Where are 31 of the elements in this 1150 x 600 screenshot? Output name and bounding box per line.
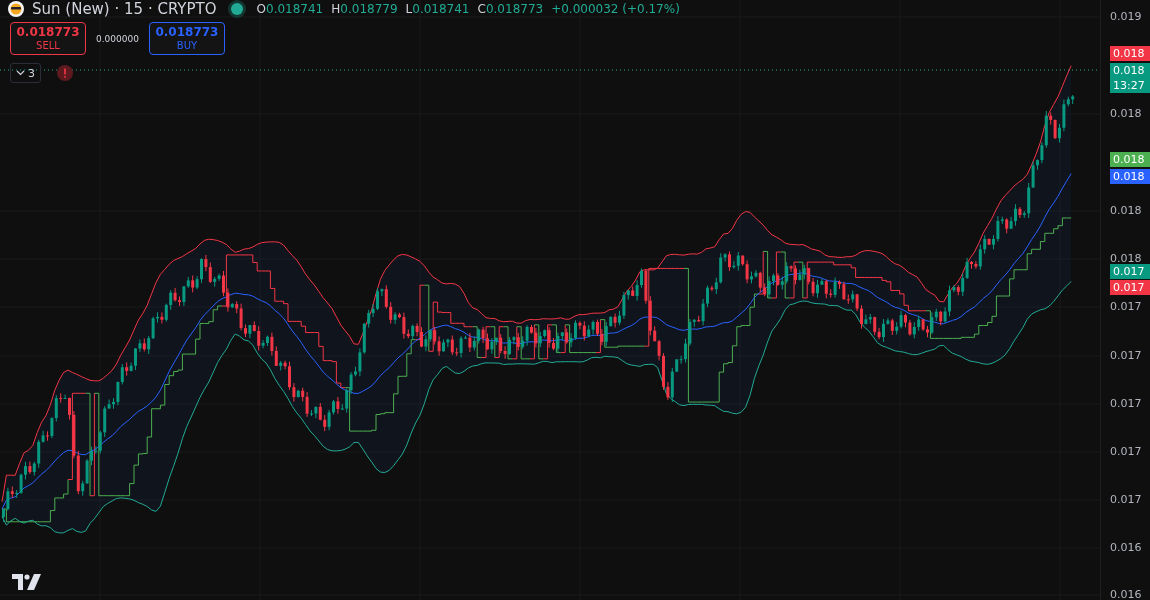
ohlc-value: O0.018741 — [256, 2, 324, 16]
alert-icon[interactable] — [57, 65, 73, 81]
price-tick: 0.016 — [1110, 541, 1142, 555]
ohlc-value: L0.018741 — [405, 2, 470, 16]
price-tick: 0.017 — [1110, 397, 1142, 411]
price-badge: 0.018 13:27 — [1110, 63, 1150, 93]
price-badge: 0.017 — [1110, 280, 1150, 295]
chart-logo-icon — [12, 574, 42, 590]
ohlc-value: H0.018779 — [331, 2, 398, 16]
price-tick: 0.018 — [1110, 204, 1142, 218]
price-tick: 0.017 — [1110, 493, 1142, 507]
price-tick: 0.018 — [1110, 252, 1142, 266]
price-badge: 0.018 — [1110, 152, 1150, 167]
price-badge: 0.017 — [1110, 264, 1150, 279]
spread-value: 0.000000 — [96, 33, 139, 44]
coin-logo-icon — [8, 1, 24, 17]
indicators-toggle[interactable]: 3 — [10, 63, 41, 83]
price-tick: 0.019 — [1110, 10, 1142, 24]
price-change: +0.000032 (+0.17%) — [551, 2, 680, 16]
price-tick: 0.017 — [1110, 349, 1142, 363]
price-tick: 0.017 — [1110, 445, 1142, 459]
chevron-down-icon — [16, 70, 25, 76]
buy-button[interactable]: 0.018773 BUY — [148, 22, 225, 55]
sell-button[interactable]: 0.018773 SELL — [10, 22, 86, 55]
price-badge: 0.018 — [1110, 46, 1150, 61]
ohlc-value: C0.018773 — [477, 2, 544, 16]
price-tick: 0.017 — [1110, 300, 1142, 314]
price-tick: 0.018 — [1110, 107, 1142, 121]
price-tick: 0.016 — [1110, 588, 1142, 600]
price-badge: 0.018 — [1110, 169, 1150, 184]
symbol-title: Sun (New) · 15 · CRYPTO — [32, 0, 217, 18]
